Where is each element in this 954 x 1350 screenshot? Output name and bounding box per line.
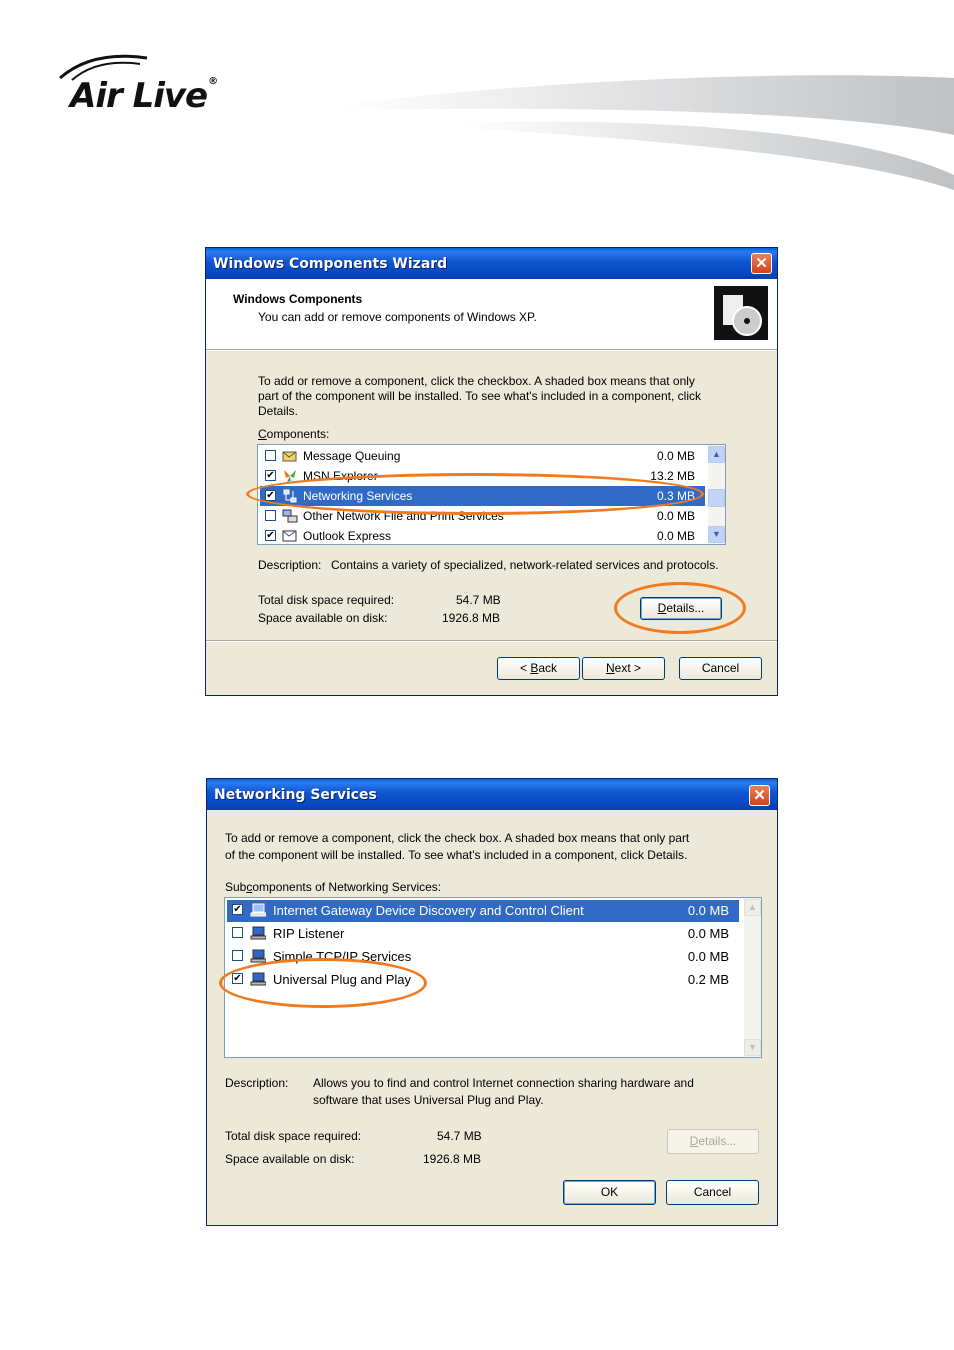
scroll-down-icon[interactable]: ▼: [708, 526, 725, 543]
details-button-disabled: Details...: [667, 1129, 759, 1154]
wizard-header-panel: Windows Components You can add or remove…: [206, 279, 777, 349]
logo-wordmark: Air Live®: [70, 76, 218, 116]
setup-cd-box-icon: [714, 286, 768, 340]
close-icon[interactable]: ✕: [749, 785, 770, 806]
wizard-subheading: You can add or remove components of Wind…: [258, 310, 537, 324]
available-space-label: Space available on disk:: [258, 611, 388, 625]
wizard-heading: Windows Components: [233, 292, 363, 306]
scroll-thumb[interactable]: [708, 489, 725, 507]
available-space-label: Space available on disk:: [225, 1152, 355, 1166]
netdialog-titlebar[interactable]: Networking Services ✕: [207, 779, 777, 810]
next-button[interactable]: Next >: [582, 657, 665, 680]
message-queuing-icon: [282, 451, 297, 462]
network-computer-icon: [250, 903, 266, 917]
highlight-oval-networking: [246, 473, 704, 515]
footer-divider: [206, 640, 777, 642]
subcomponent-checkbox[interactable]: ✔: [232, 904, 243, 915]
list-item[interactable]: RIP Listener 0.0 MB: [227, 923, 739, 945]
wizard-instructions-line1: To add or remove a component, click the …: [258, 374, 695, 388]
list-item[interactable]: ✔ Outlook Express 0.0 MB: [260, 526, 705, 544]
network-computer-icon: [250, 949, 266, 963]
subcomponent-checkbox[interactable]: [232, 927, 243, 938]
scroll-up-icon[interactable]: ▲: [744, 899, 761, 916]
back-button[interactable]: < Back: [497, 657, 580, 680]
description-line1: Allows you to find and control Internet …: [313, 1076, 694, 1090]
netdialog-instructions-line2: of the component will be installed. To s…: [225, 848, 688, 862]
cancel-button[interactable]: Cancel: [679, 657, 762, 680]
description-label: Description:: [225, 1076, 289, 1090]
description-text: Contains a variety of specialized, netwo…: [331, 558, 719, 572]
header-divider: [206, 349, 777, 351]
component-checkbox[interactable]: [265, 450, 276, 461]
highlight-oval-details: [614, 582, 746, 634]
scroll-down-icon[interactable]: ▼: [744, 1039, 761, 1056]
components-scrollbar[interactable]: ▲ ▼: [708, 445, 725, 544]
total-space-value: 54.7 MB: [456, 593, 501, 607]
network-computer-icon: [250, 926, 266, 940]
subcomponents-scrollbar[interactable]: ▲ ▼: [744, 898, 761, 1057]
component-checkbox[interactable]: ✔: [265, 530, 276, 541]
available-space-value: 1926.8 MB: [423, 1152, 482, 1166]
netdialog-instructions-line1: To add or remove a component, click the …: [225, 831, 690, 845]
header-swoosh: [340, 75, 954, 190]
subcomponents-label: Subcomponents of Networking Services:: [225, 880, 442, 894]
ok-button[interactable]: OK: [563, 1180, 656, 1205]
available-space-value: 1926.8 MB: [442, 611, 501, 625]
wizard-instructions-line3: Details.: [258, 404, 299, 418]
subcomponent-checkbox[interactable]: [232, 950, 243, 961]
total-space-label: Total disk space required:: [258, 593, 395, 607]
total-space-label: Total disk space required:: [225, 1129, 362, 1143]
scroll-up-icon[interactable]: ▲: [708, 446, 725, 463]
total-space-value: 54.7 MB: [437, 1129, 482, 1143]
component-checkbox[interactable]: ✔: [265, 470, 276, 481]
wizard-instructions-line2: part of the component will be installed.…: [258, 389, 701, 403]
list-item[interactable]: Message Queuing 0.0 MB: [260, 446, 705, 466]
highlight-oval-upnp: [219, 958, 427, 1008]
network-print-icon: [282, 509, 298, 523]
close-icon[interactable]: ✕: [751, 253, 772, 274]
description-label: Description:: [258, 558, 322, 572]
wizard-titlebar[interactable]: Windows Components Wizard ✕: [206, 248, 777, 279]
description-line2: software that uses Universal Plug and Pl…: [313, 1093, 544, 1107]
netdialog-title: Networking Services: [214, 787, 377, 803]
airlive-logo: Air Live®: [52, 48, 292, 118]
components-label: Components:: [258, 427, 330, 441]
cancel-button[interactable]: Cancel: [666, 1180, 759, 1205]
list-item-selected[interactable]: ✔ Internet Gateway Device Discovery and …: [227, 900, 739, 922]
component-checkbox[interactable]: [265, 510, 276, 521]
outlook-express-icon: [282, 530, 297, 542]
wizard-title: Windows Components Wizard: [213, 256, 448, 272]
